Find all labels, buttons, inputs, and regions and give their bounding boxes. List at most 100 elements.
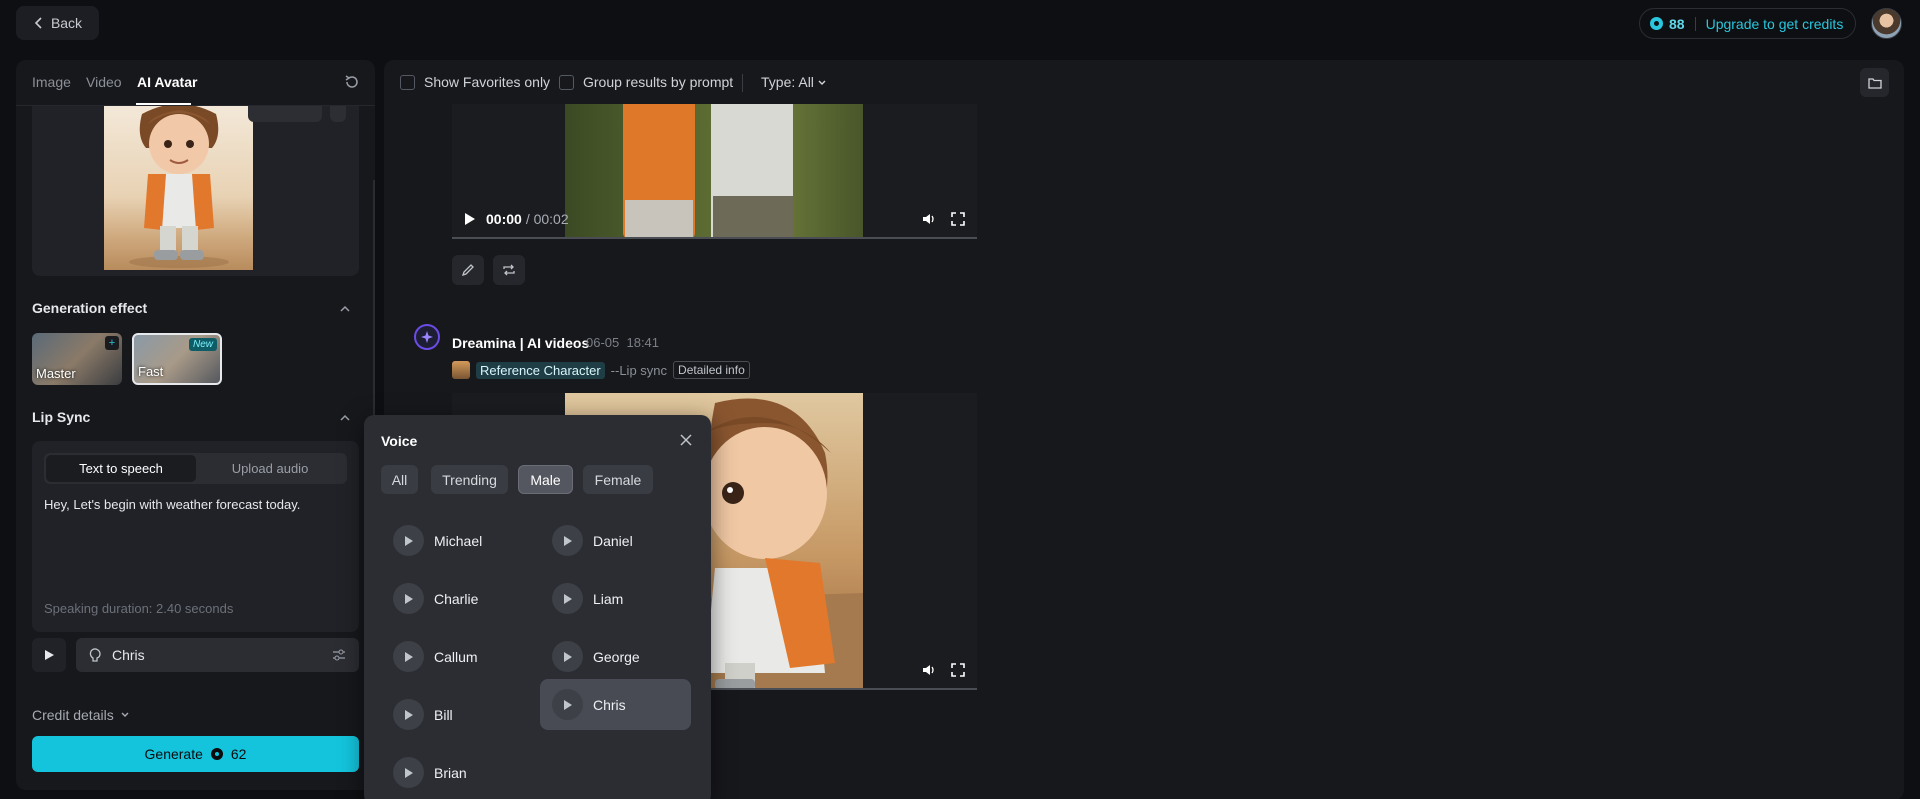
- plus-icon: +: [105, 336, 119, 350]
- voice-name: Callum: [434, 648, 478, 665]
- play-icon[interactable]: [552, 525, 583, 556]
- video-progress-bar[interactable]: [452, 237, 977, 239]
- speech-textarea[interactable]: Hey, Let's begin with weather forecast t…: [44, 497, 300, 512]
- play-icon[interactable]: [393, 583, 424, 614]
- pencil-icon: [461, 264, 474, 277]
- voice-option[interactable]: Liam: [540, 573, 691, 624]
- dreamina-logo-icon: [414, 324, 440, 350]
- tab-image[interactable]: Image: [32, 74, 71, 90]
- folder-button[interactable]: [1860, 68, 1889, 97]
- credits-count: 88: [1669, 15, 1685, 32]
- generate-button[interactable]: Generate 62: [32, 736, 359, 772]
- credits-pill[interactable]: 88 Upgrade to get credits: [1639, 8, 1856, 39]
- regenerate-button[interactable]: [493, 255, 525, 285]
- video-controls: 00:00 / 00:02: [452, 199, 977, 239]
- avatar-image: [104, 106, 253, 270]
- credit-details-toggle[interactable]: Credit details: [32, 707, 130, 723]
- volume-icon[interactable]: [921, 211, 937, 227]
- generate-cost: 62: [230, 746, 247, 762]
- voice-popup: Voice All Trending Male Female Michael D…: [364, 415, 711, 799]
- user-avatar[interactable]: [1871, 8, 1902, 39]
- type-filter[interactable]: Type: All: [761, 74, 814, 90]
- play-icon[interactable]: [464, 212, 476, 226]
- chevron-down-icon[interactable]: [817, 78, 827, 88]
- settings-sliders-icon[interactable]: [331, 647, 347, 663]
- voice-icon: [89, 648, 101, 662]
- prompt-row: Reference Character --Lip sync Detailed …: [452, 360, 750, 380]
- favorites-label[interactable]: Show Favorites only: [424, 74, 550, 90]
- voice-tab-trending[interactable]: Trending: [431, 465, 508, 494]
- upgrade-link[interactable]: Upgrade to get credits: [1706, 16, 1844, 32]
- voice-name: Michael: [434, 532, 483, 549]
- play-icon[interactable]: [552, 689, 583, 720]
- text-to-speech-tab[interactable]: Text to speech: [46, 455, 196, 482]
- voice-option[interactable]: Bill: [381, 689, 532, 740]
- play-icon[interactable]: [393, 757, 424, 788]
- tab-video[interactable]: Video: [86, 74, 122, 90]
- effect-fast[interactable]: New Fast: [132, 333, 222, 385]
- video-player-1[interactable]: 00:00 / 00:02: [452, 104, 977, 239]
- filter-bar: Show Favorites only Group results by pro…: [384, 60, 1904, 106]
- reference-character-tag[interactable]: Reference Character: [476, 361, 605, 379]
- voice-option[interactable]: Daniel: [540, 515, 691, 566]
- voice-selector[interactable]: Chris: [76, 638, 359, 672]
- chevron-up-icon[interactable]: [339, 303, 351, 315]
- voice-option[interactable]: Charlie: [381, 573, 532, 624]
- folder-icon: [1867, 77, 1882, 89]
- play-icon[interactable]: [552, 583, 583, 614]
- lip-sync-box: Text to speech Upload audio Hey, Let's b…: [32, 441, 359, 632]
- voice-tab-female[interactable]: Female: [583, 465, 653, 494]
- total-time: / 00:02: [525, 211, 569, 227]
- effect-master[interactable]: + Master: [32, 333, 122, 385]
- left-panel: Image Video AI Avatar Generation effect: [16, 60, 375, 790]
- voice-tab-male[interactable]: Male: [518, 465, 573, 494]
- edit-button[interactable]: [452, 255, 484, 285]
- voice-option[interactable]: Brian: [381, 747, 532, 798]
- divider: [1694, 16, 1696, 31]
- credit-coin-icon: [1650, 17, 1663, 30]
- lip-sync-mode-toggle: Text to speech Upload audio: [44, 453, 347, 484]
- replace-button[interactable]: [248, 106, 322, 122]
- generation-title: Dreamina | AI videos: [452, 335, 590, 351]
- back-label: Back: [50, 15, 83, 31]
- upload-audio-tab[interactable]: Upload audio: [195, 455, 345, 482]
- tab-ai-avatar[interactable]: AI Avatar: [137, 74, 197, 90]
- play-icon[interactable]: [393, 641, 424, 672]
- delete-button[interactable]: [330, 106, 346, 122]
- fullscreen-icon[interactable]: [951, 212, 965, 226]
- group-label[interactable]: Group results by prompt: [583, 74, 733, 90]
- play-icon[interactable]: [552, 641, 583, 672]
- refresh-icon[interactable]: [343, 73, 361, 91]
- voice-name: Bill: [434, 706, 453, 723]
- voice-tab-all[interactable]: All: [381, 465, 418, 494]
- play-icon[interactable]: [393, 525, 424, 556]
- volume-icon[interactable]: [921, 662, 937, 678]
- mode-tabs: Image Video AI Avatar: [16, 60, 375, 106]
- voice-option-selected[interactable]: Chris: [540, 679, 691, 730]
- new-badge: New: [188, 338, 217, 351]
- effect-fast-label: Fast: [138, 364, 164, 379]
- chevron-up-icon[interactable]: [339, 412, 351, 424]
- voice-name: Chris: [593, 696, 626, 713]
- close-icon[interactable]: [679, 433, 693, 447]
- detailed-info-button[interactable]: Detailed info: [673, 361, 750, 379]
- credit-details-label: Credit details: [32, 707, 114, 723]
- effect-master-label: Master: [36, 366, 76, 381]
- play-icon[interactable]: [393, 699, 424, 730]
- back-button[interactable]: Back: [16, 6, 99, 40]
- speaking-duration: Speaking duration: 2.40 seconds: [44, 601, 234, 616]
- repeat-icon: [503, 264, 515, 276]
- generation-effect-title: Generation effect: [32, 300, 148, 316]
- fullscreen-icon[interactable]: [951, 663, 965, 677]
- chevron-left-icon: [34, 17, 42, 29]
- group-checkbox[interactable]: [559, 75, 574, 90]
- voice-option[interactable]: Michael: [381, 515, 532, 566]
- preview-voice-button[interactable]: [32, 638, 66, 672]
- voice-option[interactable]: Callum: [381, 631, 532, 682]
- active-tab-indicator: [136, 103, 191, 105]
- voice-popup-title: Voice: [381, 433, 418, 449]
- play-icon: [45, 650, 54, 660]
- mode-label: --Lip sync: [610, 362, 668, 378]
- voice-option[interactable]: George: [540, 631, 691, 682]
- favorites-checkbox[interactable]: [400, 75, 415, 90]
